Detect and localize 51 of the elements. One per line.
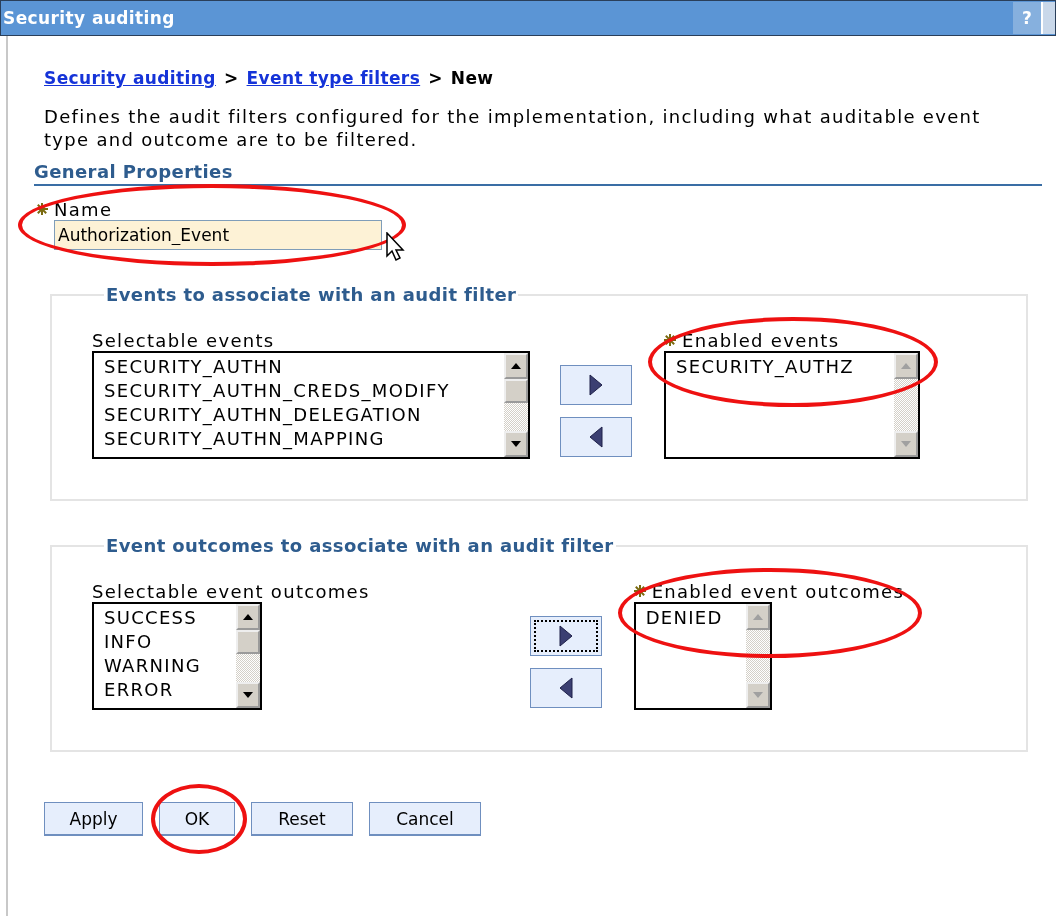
form-button[interactable]: Cancel xyxy=(369,802,481,836)
scroll-down-icon[interactable] xyxy=(510,440,522,448)
scrollbar[interactable] xyxy=(504,353,528,457)
left-arrow-icon xyxy=(557,677,574,699)
remove-button[interactable] xyxy=(560,417,632,457)
name-field[interactable]: Authorization_Event xyxy=(54,220,382,250)
remove-button[interactable] xyxy=(529,668,602,708)
breadcrumb-separator: > xyxy=(223,68,239,88)
right-arrow-icon xyxy=(588,374,604,396)
scrollbar[interactable] xyxy=(236,604,260,708)
add-button[interactable] xyxy=(529,616,602,656)
section-title: General Properties xyxy=(34,161,1042,186)
form-button[interactable]: Apply xyxy=(44,802,143,836)
breadcrumb-link[interactable]: Security auditing xyxy=(44,68,216,88)
list-item[interactable]: SUCCESS xyxy=(104,606,226,630)
scroll-thumb[interactable] xyxy=(504,379,528,403)
page-description: Defines the audit filters configured for the implementation, including what auditable event type and outcome are to be filtered. xyxy=(44,105,982,151)
list-box[interactable]: SUCCESS INFO WARNING ERROR xyxy=(92,602,262,710)
breadcrumb-link[interactable]: Event type filters xyxy=(246,68,421,88)
list-box[interactable]: DENIED xyxy=(633,602,772,710)
form-button[interactable]: OK xyxy=(159,802,235,836)
list-label: Selectable event outcomes xyxy=(92,580,370,602)
add-button[interactable] xyxy=(560,365,632,405)
breadcrumb-current: New xyxy=(450,68,494,88)
list-item[interactable]: WARNING xyxy=(104,654,226,678)
scroll-thumb[interactable] xyxy=(236,630,260,654)
scroll-up-icon[interactable] xyxy=(242,613,254,621)
window-title: Security auditing xyxy=(2,8,176,28)
list-label: Selectable events xyxy=(92,329,275,351)
list-label: Enabled events xyxy=(682,329,840,351)
list-box[interactable]: SECURITY_AUTHN SECURITY_AUTHN_CREDS_MODIFY SECURITY_AUTHN_DELEGATION SECURITY_AUTHN_MAPPING xyxy=(92,351,530,459)
scroll-down-icon[interactable] xyxy=(242,691,254,699)
right-arrow-icon xyxy=(557,625,574,647)
left-arrow-icon xyxy=(588,426,604,448)
list-item[interactable]: INFO xyxy=(104,630,226,654)
list-box[interactable]: SECURITY_AUTHZ xyxy=(664,351,920,459)
field-label: Name xyxy=(54,198,113,220)
list-item[interactable]: SECURITY_AUTHN_DELEGATION xyxy=(104,403,494,427)
list-item[interactable]: ERROR xyxy=(104,678,226,702)
scroll-up-icon[interactable] xyxy=(510,362,522,370)
group-legend: Event outcomes to associate with an audit filter xyxy=(104,535,616,556)
list-item[interactable]: DENIED xyxy=(645,606,736,630)
breadcrumb-separator: > xyxy=(428,68,443,88)
list-item[interactable]: SECURITY_AUTHN_CREDS_MODIFY xyxy=(104,379,494,403)
list-item[interactable]: SECURITY_AUTHZ xyxy=(676,355,884,379)
list-label: Enabled event outcomes xyxy=(651,580,905,602)
list-item[interactable]: SECURITY_AUTHN_MAPPING xyxy=(104,427,494,451)
form-button[interactable]: Reset xyxy=(251,802,353,836)
group-legend: Events to associate with an audit filter xyxy=(104,284,519,305)
list-item[interactable]: SECURITY_AUTHN xyxy=(104,355,494,379)
pointer-icon xyxy=(386,232,406,262)
